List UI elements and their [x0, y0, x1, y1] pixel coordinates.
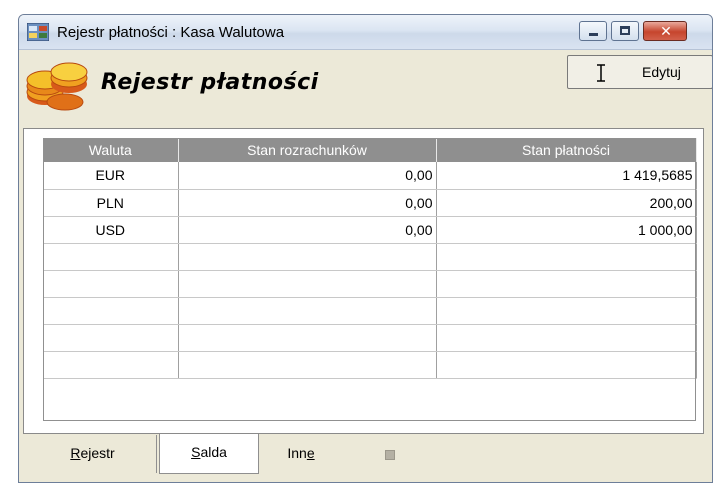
payments-cell[interactable]: 1 000,00: [436, 216, 697, 244]
currency-cell[interactable]: PLN: [43, 189, 179, 217]
payments-cell[interactable]: [436, 243, 697, 271]
table-row[interactable]: [43, 297, 697, 325]
minimize-icon: [589, 33, 598, 36]
settlements-cell[interactable]: [178, 324, 437, 352]
settlements-cell[interactable]: 0,00: [178, 189, 437, 217]
payments-cell[interactable]: [436, 324, 697, 352]
currency-cell[interactable]: EUR: [43, 162, 179, 190]
currency-cell[interactable]: [43, 324, 179, 352]
table-row[interactable]: USD 0,00 1 000,00: [43, 216, 697, 244]
close-icon: ✕: [660, 23, 672, 39]
balances-table[interactable]: Waluta Stan rozrachunków Stan płatności …: [43, 138, 697, 379]
currency-cell[interactable]: [43, 297, 179, 325]
close-button[interactable]: ✕: [643, 21, 687, 41]
payments-cell[interactable]: [436, 270, 697, 298]
tab-rejestr-accel: R: [70, 445, 81, 461]
settlements-cell[interactable]: [178, 297, 437, 325]
column-header-currency[interactable]: Waluta: [43, 138, 179, 162]
settlements-cell[interactable]: [178, 351, 437, 379]
app-window: Rejestr płatności : Kasa Walutowa ✕ Reje…: [18, 14, 713, 483]
tab-salda[interactable]: Salda: [159, 434, 259, 474]
tab-salda-label: alda: [200, 444, 227, 460]
edit-button-label: Edytuj: [642, 64, 681, 80]
table-row[interactable]: [43, 243, 697, 271]
table-row[interactable]: EUR 0,00 1 419,5685: [43, 162, 697, 190]
payments-cell[interactable]: [436, 351, 697, 379]
tab-rejestr[interactable]: Rejestr: [29, 435, 157, 473]
title-bar[interactable]: Rejestr płatności : Kasa Walutowa ✕: [19, 15, 712, 50]
tab-inne[interactable]: Inne: [259, 435, 343, 473]
currency-cell[interactable]: [43, 243, 179, 271]
minimize-button[interactable]: [579, 21, 607, 41]
settlements-cell[interactable]: 0,00: [178, 216, 437, 244]
table-row[interactable]: [43, 270, 697, 298]
column-header-payments[interactable]: Stan płatności: [436, 138, 697, 162]
currency-cell[interactable]: USD: [43, 216, 179, 244]
maximize-button[interactable]: [611, 21, 639, 41]
coins-icon: [26, 62, 88, 111]
tab-rejestr-label: ejestr: [80, 445, 115, 461]
payments-cell[interactable]: 1 419,5685: [436, 162, 697, 190]
tab-bar: Rejestr Salda Inne: [19, 434, 712, 482]
settlements-cell[interactable]: [178, 243, 437, 271]
payments-cell[interactable]: 200,00: [436, 189, 697, 217]
balances-panel: Waluta Stan rozrachunków Stan płatności …: [23, 128, 704, 434]
text-cursor-icon: [597, 64, 605, 82]
maximize-icon: [620, 26, 630, 35]
settlements-cell[interactable]: 0,00: [178, 162, 437, 190]
settlements-cell[interactable]: [178, 270, 437, 298]
tab-scroll-indicator[interactable]: [385, 450, 395, 460]
payments-cell[interactable]: [436, 297, 697, 325]
table-row[interactable]: PLN 0,00 200,00: [43, 189, 697, 217]
window-title: Rejestr płatności : Kasa Walutowa: [57, 24, 285, 41]
column-header-settlements[interactable]: Stan rozrachunków: [178, 138, 437, 162]
table-header-row: Waluta Stan rozrachunków Stan płatności: [43, 138, 697, 162]
page-title: Rejestr płatności: [101, 70, 319, 95]
edit-button[interactable]: Edytuj: [567, 55, 712, 89]
tab-inne-accel: e: [306, 445, 315, 461]
currency-cell[interactable]: [43, 351, 179, 379]
form-header: Rejestr płatności Edytuj: [19, 50, 712, 128]
currency-cell[interactable]: [43, 270, 179, 298]
table-row[interactable]: [43, 351, 697, 379]
register-app-icon: [27, 23, 49, 41]
tab-inne-label: Inn: [287, 445, 307, 461]
table-row[interactable]: [43, 324, 697, 352]
